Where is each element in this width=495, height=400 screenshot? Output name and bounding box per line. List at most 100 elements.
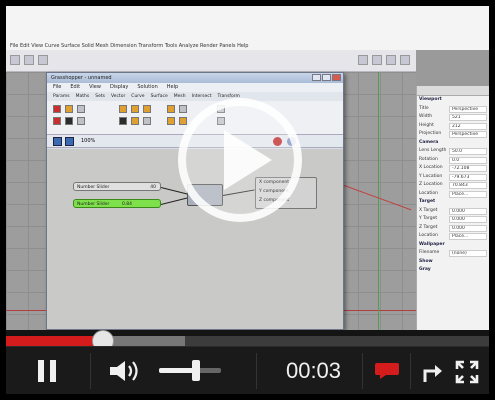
component-icon[interactable] xyxy=(131,105,139,113)
volume-button[interactable] xyxy=(108,359,142,383)
progress-played xyxy=(6,336,103,346)
menu-item[interactable]: Display xyxy=(110,84,128,90)
property-value[interactable]: 0.000 xyxy=(449,207,487,215)
component-tab[interactable]: Curve xyxy=(131,94,144,99)
save-icon[interactable] xyxy=(65,137,74,146)
properties-tabs[interactable] xyxy=(417,86,489,96)
property-key: Show xyxy=(419,258,433,264)
captions-icon xyxy=(375,363,399,379)
menu-item[interactable]: Help xyxy=(167,84,178,90)
video-screen[interactable]: File Edit View Curve Surface Solid Mesh … xyxy=(6,6,489,334)
property-row: Location Place... xyxy=(417,232,489,241)
menu-item[interactable]: View xyxy=(89,84,101,90)
property-row: Filename (none) xyxy=(417,249,489,258)
component-icon[interactable] xyxy=(53,117,61,125)
component-icon[interactable] xyxy=(179,105,187,113)
grasshopper-component-tabs: Params Maths Sets Vector Curve Surface Mesh Int… xyxy=(47,92,343,101)
property-key: Title xyxy=(419,105,429,111)
toolbar-icon xyxy=(38,55,48,65)
number-slider-node[interactable]: Number Slider 40 xyxy=(73,182,161,191)
component-icon[interactable] xyxy=(119,105,127,113)
component-icon[interactable] xyxy=(77,117,85,125)
toolbar-icon xyxy=(24,55,34,65)
property-key: Rotation xyxy=(419,156,438,162)
property-value[interactable]: Perspective xyxy=(449,105,487,113)
share-icon xyxy=(423,365,442,382)
property-row: Show xyxy=(417,258,489,267)
property-value[interactable]: 0.0 xyxy=(449,156,487,164)
property-value[interactable]: Place... xyxy=(449,190,487,198)
perspective-axis-line xyxy=(335,182,412,211)
component-icon[interactable] xyxy=(119,117,127,125)
component-icon[interactable] xyxy=(167,105,175,113)
volume-handle[interactable] xyxy=(192,360,201,381)
y-axis-line xyxy=(378,72,379,334)
component-icon[interactable] xyxy=(53,105,61,113)
property-value[interactable]: Place... xyxy=(449,233,487,240)
volume-level xyxy=(159,368,197,373)
property-row: Wallpaper xyxy=(417,241,489,250)
component-icon[interactable] xyxy=(131,117,139,125)
property-value[interactable]: 521 xyxy=(449,114,487,121)
captions-button[interactable] xyxy=(374,362,400,380)
component-tab[interactable]: Intersect xyxy=(192,94,212,99)
component-tab[interactable]: Vector xyxy=(111,94,125,99)
open-icon[interactable] xyxy=(53,137,62,146)
minimize-button[interactable] xyxy=(312,74,321,81)
property-key: X Target xyxy=(419,207,438,213)
menu-item[interactable]: Edit xyxy=(70,84,80,90)
component-icon[interactable] xyxy=(65,105,73,113)
menu-item[interactable]: File xyxy=(53,84,61,90)
component-icon[interactable] xyxy=(65,117,73,125)
property-value[interactable]: 50.0 xyxy=(449,148,487,155)
property-value[interactable]: Perspective xyxy=(449,131,487,138)
share-button[interactable] xyxy=(420,360,444,384)
property-value[interactable]: 0.000 xyxy=(449,216,487,223)
property-value[interactable]: -72.108 xyxy=(449,165,487,172)
component-icon[interactable] xyxy=(143,117,151,125)
properties-panel: Viewport Title Perspective Width 521 Height 21… xyxy=(416,86,489,334)
volume-slider[interactable] xyxy=(159,360,221,381)
property-value[interactable]: (none) xyxy=(449,250,487,257)
property-row: Y Location -79.673 xyxy=(417,173,489,182)
number-slider-node-selected[interactable]: Number Slider 0.84 xyxy=(73,199,161,208)
maximize-button[interactable] xyxy=(322,74,331,81)
component-tab[interactable]: Mesh xyxy=(174,94,186,99)
control-bar: 00:03 xyxy=(6,346,489,394)
toolbar-icon xyxy=(10,55,20,65)
time-display: 00:03 xyxy=(285,358,342,383)
property-key: Z Target xyxy=(419,224,438,230)
property-row: Z Location 70.843 xyxy=(417,181,489,190)
property-value[interactable]: 0.000 xyxy=(449,224,487,232)
property-row: Target xyxy=(417,198,489,207)
property-key: Y Target xyxy=(419,216,438,221)
property-value[interactable]: -79.673 xyxy=(449,173,487,181)
component-tab[interactable]: Surface xyxy=(151,94,168,99)
property-key: Gray xyxy=(419,267,431,272)
property-key: Camera xyxy=(419,139,439,145)
property-value[interactable]: 212 xyxy=(449,122,487,130)
component-icon[interactable] xyxy=(167,117,175,125)
property-row: Rotation 0.0 xyxy=(417,156,489,165)
menu-item[interactable]: Solution xyxy=(137,84,157,90)
window-title: Grasshopper - unnamed xyxy=(51,75,112,81)
fullscreen-button[interactable] xyxy=(455,360,479,384)
play-overlay-button[interactable] xyxy=(178,98,302,222)
component-tab[interactable]: Sets xyxy=(95,94,105,99)
connection-wire xyxy=(160,197,189,205)
progress-bar[interactable] xyxy=(6,330,489,352)
component-icon[interactable] xyxy=(77,105,85,113)
divider xyxy=(90,353,91,389)
property-row: Width 521 xyxy=(417,113,489,122)
component-icon[interactable] xyxy=(143,105,151,113)
component-icon[interactable] xyxy=(179,117,187,125)
toolbar-icon xyxy=(372,55,382,65)
pause-button[interactable] xyxy=(38,360,58,382)
zoom-level[interactable]: 100% xyxy=(81,135,95,148)
component-tab[interactable]: Params xyxy=(53,94,70,99)
component-tab[interactable]: Maths xyxy=(76,94,90,99)
property-value[interactable]: 70.843 xyxy=(449,182,487,189)
close-button[interactable] xyxy=(332,74,341,81)
pause-icon xyxy=(38,360,44,382)
property-key: Target xyxy=(419,199,436,204)
